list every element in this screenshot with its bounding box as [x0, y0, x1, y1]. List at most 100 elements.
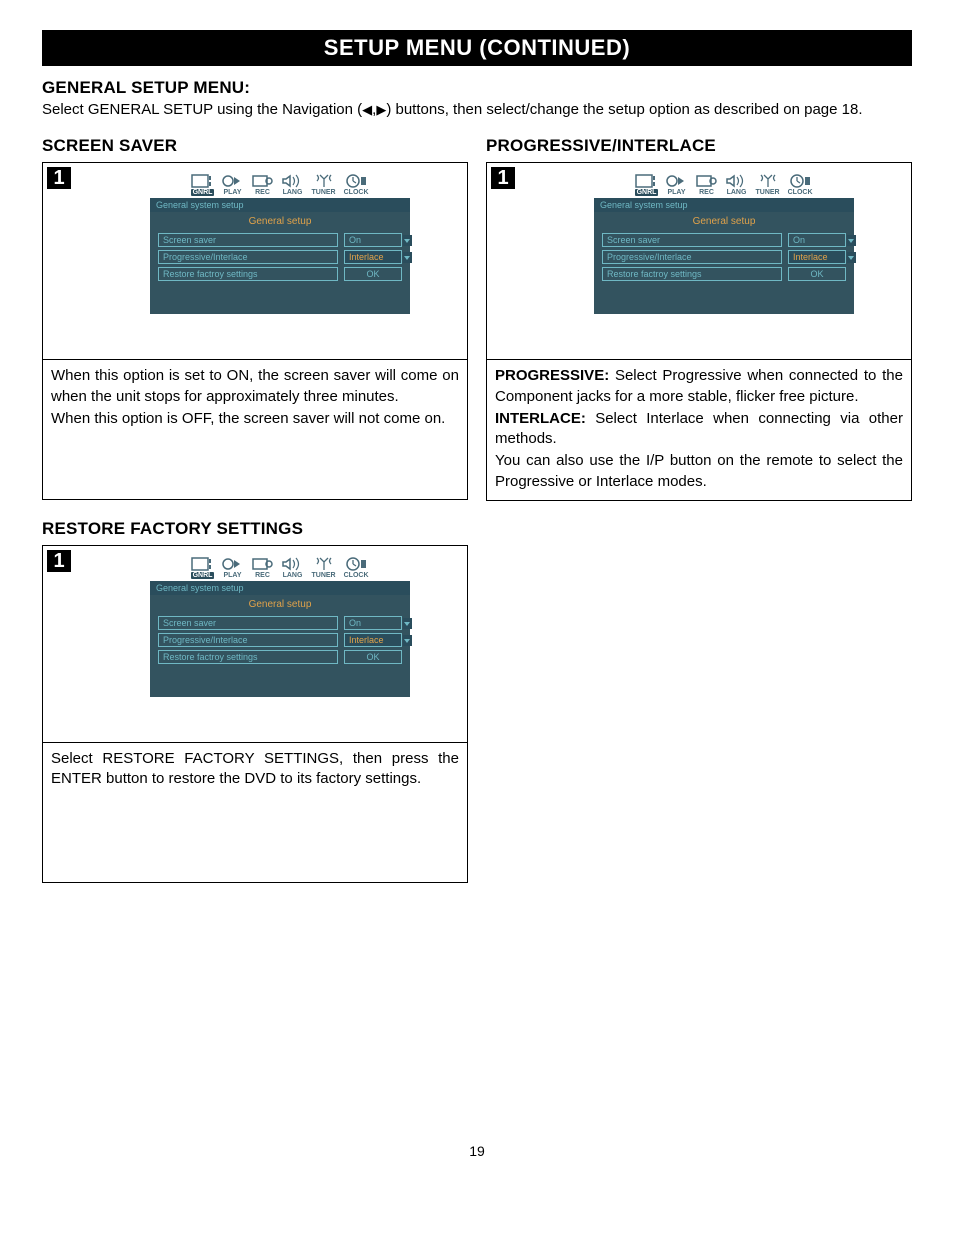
clock-icon: [788, 173, 812, 189]
progressive-panel: 1 GNRL PLAY REC LANG TUNER CLOCK General…: [486, 162, 912, 501]
screen-saver-panel: 1 GNRL PLAY REC LANG TUNER CLOCK General…: [42, 162, 468, 500]
osd-menu: GNRL PLAY REC LANG TUNER CLOCK General s…: [150, 173, 410, 314]
tab-label: REC: [254, 189, 271, 196]
osd-tabs: GNRL PLAY REC LANG TUNER CLOCK: [150, 556, 410, 579]
rec-icon: [694, 173, 718, 189]
osd-row-progressive: Progressive/Interlace Interlace: [158, 633, 402, 647]
osd-label: Restore factroy settings: [158, 267, 338, 281]
osd-value: OK: [344, 650, 402, 664]
antenna-icon: [312, 173, 336, 189]
osd-tabs: GNRL PLAY REC LANG TUNER CLOCK: [594, 173, 854, 196]
tab-label: PLAY: [222, 189, 242, 196]
osd-value-dropdown: On: [788, 233, 846, 247]
tab-rec: REC: [250, 173, 274, 196]
tab-label: PLAY: [222, 572, 242, 579]
osd-breadcrumb: General system setup: [150, 581, 410, 595]
osd-label: Screen saver: [158, 616, 338, 630]
clock-icon: [344, 173, 368, 189]
tab-label: LANG: [282, 189, 304, 196]
step-badge: 1: [47, 550, 71, 572]
osd-label: Screen saver: [158, 233, 338, 247]
tab-label: CLOCK: [343, 572, 370, 579]
osd-label: Restore factroy settings: [158, 650, 338, 664]
osd-value-dropdown: On: [344, 233, 402, 247]
tab-lang: LANG: [280, 173, 304, 196]
osd-value: OK: [788, 267, 846, 281]
tab-label: TUNER: [310, 189, 336, 196]
osd-value-dropdown: On: [344, 616, 402, 630]
osd-row-screen-saver: Screen saver On: [602, 233, 846, 247]
progressive-heading: PROGRESSIVE/INTERLACE: [486, 136, 912, 156]
nav-right-arrow-icon: ▶: [376, 101, 386, 119]
restore-heading: RESTORE FACTORY SETTINGS: [42, 519, 912, 539]
osd-value: OK: [344, 267, 402, 281]
progressive-label: PROGRESSIVE:: [495, 367, 609, 384]
play-icon: [220, 556, 244, 572]
osd-menu: GNRL PLAY REC LANG TUNER CLOCK General s…: [150, 556, 410, 697]
osd-row-restore: Restore factroy settings OK: [158, 267, 402, 281]
tab-gnrl: GNRL: [190, 556, 214, 579]
intro-part-a: Select GENERAL SETUP using the Navigatio…: [42, 101, 362, 118]
desc-line: Select RESTORE FACTORY SETTINGS, then pr…: [51, 749, 459, 790]
tab-label: PLAY: [666, 189, 686, 196]
step-badge: 1: [491, 167, 515, 189]
tab-label: LANG: [282, 572, 304, 579]
tab-label: REC: [698, 189, 715, 196]
tv-icon: [190, 556, 214, 572]
osd-row-restore: Restore factroy settings OK: [158, 650, 402, 664]
tab-play: PLAY: [220, 173, 244, 196]
tab-label: TUNER: [310, 572, 336, 579]
osd-tabs: GNRL PLAY REC LANG TUNER CLOCK: [150, 173, 410, 196]
osd-row-progressive: Progressive/Interlace Interlace: [158, 250, 402, 264]
desc-line: When this option is set to ON, the scree…: [51, 366, 459, 407]
osd-title: General setup: [150, 212, 410, 233]
speaker-icon: [280, 556, 304, 572]
osd-label: Progressive/Interlace: [602, 250, 782, 264]
antenna-icon: [756, 173, 780, 189]
play-icon: [664, 173, 688, 189]
osd-body: General system setup General setup Scree…: [594, 198, 854, 314]
tv-icon: [190, 173, 214, 189]
clock-icon: [344, 556, 368, 572]
tab-label: GNRL: [191, 189, 215, 196]
tab-label: CLOCK: [787, 189, 814, 196]
tab-label: CLOCK: [343, 189, 370, 196]
osd-value-dropdown: Interlace: [788, 250, 846, 264]
interlace-label: INTERLACE:: [495, 410, 586, 427]
speaker-icon: [280, 173, 304, 189]
tab-label: LANG: [726, 189, 748, 196]
tab-play: PLAY: [664, 173, 688, 196]
tab-tuner: TUNER: [754, 173, 780, 196]
tab-rec: REC: [694, 173, 718, 196]
osd-row-screen-saver: Screen saver On: [158, 233, 402, 247]
progressive-screenshot: 1 GNRL PLAY REC LANG TUNER CLOCK General…: [487, 163, 911, 359]
osd-row-screen-saver: Screen saver On: [158, 616, 402, 630]
tab-clock: CLOCK: [787, 173, 814, 196]
tab-clock: CLOCK: [343, 173, 370, 196]
osd-label: Progressive/Interlace: [158, 633, 338, 647]
osd-label: Progressive/Interlace: [158, 250, 338, 264]
osd-row-restore: Restore factroy settings OK: [602, 267, 846, 281]
tab-label: TUNER: [754, 189, 780, 196]
tab-tuner: TUNER: [310, 556, 336, 579]
tab-label: REC: [254, 572, 271, 579]
nav-left-arrow-icon: ◀: [362, 101, 372, 119]
screen-saver-description: When this option is set to ON, the scree…: [43, 359, 467, 499]
osd-title: General setup: [150, 595, 410, 616]
restore-description: Select RESTORE FACTORY SETTINGS, then pr…: [43, 742, 467, 882]
progressive-description: PROGRESSIVE: Select Progressive when con…: [487, 359, 911, 500]
progressive-note: You can also use the I/P button on the r…: [495, 451, 903, 492]
desc-line: When this option is OFF, the screen save…: [51, 409, 459, 429]
general-setup-heading: GENERAL SETUP MENU:: [42, 78, 912, 98]
antenna-icon: [312, 556, 336, 572]
osd-breadcrumb: General system setup: [150, 198, 410, 212]
osd-value-dropdown: Interlace: [344, 633, 402, 647]
rec-icon: [250, 556, 274, 572]
page-number: 19: [42, 1143, 912, 1159]
osd-title: General setup: [594, 212, 854, 233]
rec-icon: [250, 173, 274, 189]
osd-body: General system setup General setup Scree…: [150, 198, 410, 314]
tab-lang: LANG: [724, 173, 748, 196]
osd-menu: GNRL PLAY REC LANG TUNER CLOCK General s…: [594, 173, 854, 314]
intro-text: Select GENERAL SETUP using the Navigatio…: [42, 100, 912, 120]
